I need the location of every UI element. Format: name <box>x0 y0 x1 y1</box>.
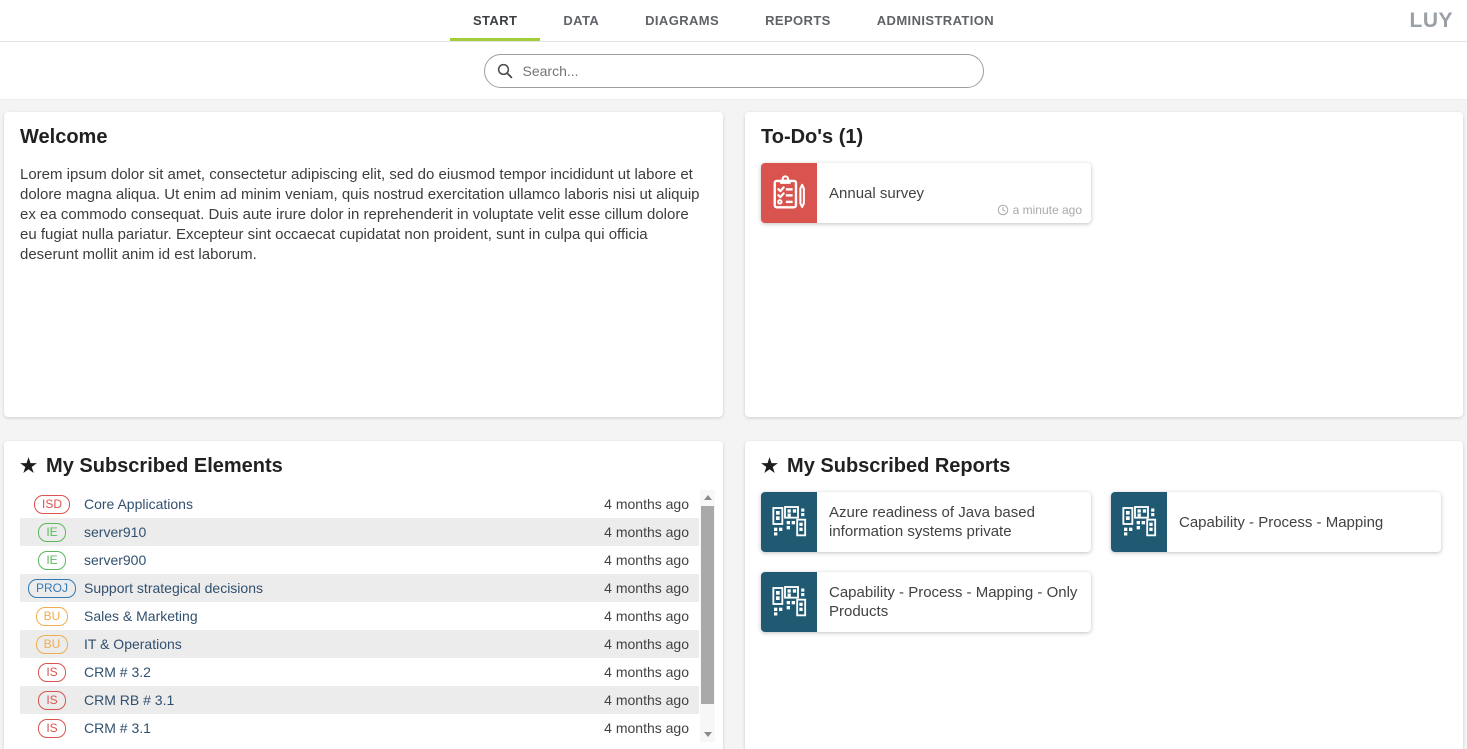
element-name: CRM # 3.1 <box>80 720 604 736</box>
welcome-card: Welcome Lorem ipsum dolor sit amet, cons… <box>4 112 723 417</box>
star-icon: ★ <box>20 457 37 476</box>
element-timestamp: 4 months ago <box>604 580 699 596</box>
element-name: server910 <box>80 524 604 540</box>
report-tile-capability-process-mapping[interactable]: Capability - Process - Mapping <box>1111 492 1441 552</box>
luy-logo[interactable]: LUY <box>1410 9 1454 33</box>
element-timestamp: 4 months ago <box>604 524 699 540</box>
element-name: Core Applications <box>80 496 604 512</box>
element-row[interactable]: IE server910 4 months ago <box>20 518 699 546</box>
element-timestamp: 4 months ago <box>604 692 699 708</box>
element-timestamp: 4 months ago <box>604 664 699 680</box>
tab-diagrams[interactable]: DIAGRAMS <box>622 0 742 41</box>
scrollbar-thumb[interactable] <box>701 506 714 704</box>
element-timestamp: 4 months ago <box>604 608 699 624</box>
report-name: Capability - Process - Mapping <box>1167 513 1441 532</box>
report-tiles: Azure readiness of Java based informatio… <box>761 492 1447 632</box>
element-timestamp: 4 months ago <box>604 720 699 736</box>
scroll-up-button[interactable] <box>700 490 715 505</box>
element-timestamp: 4 months ago <box>604 636 699 652</box>
report-name: Capability - Process - Mapping - Only Pr… <box>817 583 1091 621</box>
search-box <box>484 54 984 88</box>
element-name: server900 <box>80 552 604 568</box>
element-row[interactable]: IE server900 4 months ago <box>20 546 699 574</box>
element-name: IT & Operations <box>80 636 604 652</box>
search-band <box>0 42 1467 100</box>
subscribed-reports-title: ★ My Subscribed Reports <box>761 455 1447 478</box>
top-navigation-bar: START DATA DIAGRAMS REPORTS ADMINISTRATI… <box>0 0 1467 42</box>
element-name: CRM RB # 3.1 <box>80 692 604 708</box>
tab-administration[interactable]: ADMINISTRATION <box>854 0 1017 41</box>
subscribed-elements-list: ISD Core Applications 4 months ago IE se… <box>20 490 715 742</box>
star-icon: ★ <box>761 457 778 476</box>
report-tile-capability-process-mapping-only-products[interactable]: Capability - Process - Mapping - Only Pr… <box>761 572 1091 632</box>
type-badge: PROJ <box>28 579 76 598</box>
todo-item-annual-survey[interactable]: Annual survey a minute ago <box>761 163 1091 223</box>
search-icon <box>496 62 514 80</box>
element-row[interactable]: IS CRM # 3.2 4 months ago <box>20 658 699 686</box>
type-badge: IS <box>38 691 65 710</box>
element-timestamp: 4 months ago <box>604 552 699 568</box>
tab-data[interactable]: DATA <box>540 0 622 41</box>
type-badge: BU <box>36 607 69 626</box>
clock-icon <box>997 204 1009 216</box>
survey-clipboard-icon <box>761 163 817 223</box>
welcome-title: Welcome <box>20 126 707 149</box>
element-name: Support strategical decisions <box>80 580 604 596</box>
element-name: Sales & Marketing <box>80 608 604 624</box>
type-badge: IS <box>38 663 65 682</box>
report-name: Azure readiness of Java based informatio… <box>817 503 1091 541</box>
search-input[interactable] <box>484 54 984 88</box>
type-badge: IS <box>38 719 65 738</box>
todo-item-label: Annual survey <box>817 184 1091 203</box>
tab-start[interactable]: START <box>450 0 540 41</box>
todos-card: To-Do's (1) <box>745 112 1463 417</box>
welcome-text: Lorem ipsum dolor sit amet, consectetur … <box>20 165 707 265</box>
todo-item-timestamp: a minute ago <box>997 203 1082 217</box>
element-row[interactable]: BU Sales & Marketing 4 months ago <box>20 602 699 630</box>
subscribed-elements-title: ★ My Subscribed Elements <box>20 455 715 478</box>
report-grid-icon <box>761 572 817 632</box>
element-timestamp: 4 months ago <box>604 496 699 512</box>
list-scrollbar[interactable] <box>700 490 715 742</box>
element-row[interactable]: IS CRM # 3.1 4 months ago <box>20 714 699 742</box>
report-grid-icon <box>1111 492 1167 552</box>
scroll-down-button[interactable] <box>700 727 715 742</box>
report-tile-azure-readiness[interactable]: Azure readiness of Java based informatio… <box>761 492 1091 552</box>
type-badge: BU <box>36 635 69 654</box>
subscribed-reports-card: ★ My Subscribed Reports <box>745 441 1463 749</box>
type-badge: IE <box>38 523 65 542</box>
type-badge: ISD <box>34 495 70 514</box>
element-row[interactable]: BU IT & Operations 4 months ago <box>20 630 699 658</box>
type-badge: IE <box>38 551 65 570</box>
element-row[interactable]: IS CRM RB # 3.1 4 months ago <box>20 686 699 714</box>
report-grid-icon <box>761 492 817 552</box>
nav-tabs: START DATA DIAGRAMS REPORTS ADMINISTRATI… <box>0 0 1467 41</box>
tab-reports[interactable]: REPORTS <box>742 0 854 41</box>
todos-title: To-Do's (1) <box>761 126 1447 149</box>
subscribed-elements-card: ★ My Subscribed Elements ISD Core Applic… <box>4 441 723 749</box>
element-name: CRM # 3.2 <box>80 664 604 680</box>
element-row[interactable]: ISD Core Applications 4 months ago <box>20 490 699 518</box>
dashboard-grid: Welcome Lorem ipsum dolor sit amet, cons… <box>0 100 1467 749</box>
element-row[interactable]: PROJ Support strategical decisions 4 mon… <box>20 574 699 602</box>
